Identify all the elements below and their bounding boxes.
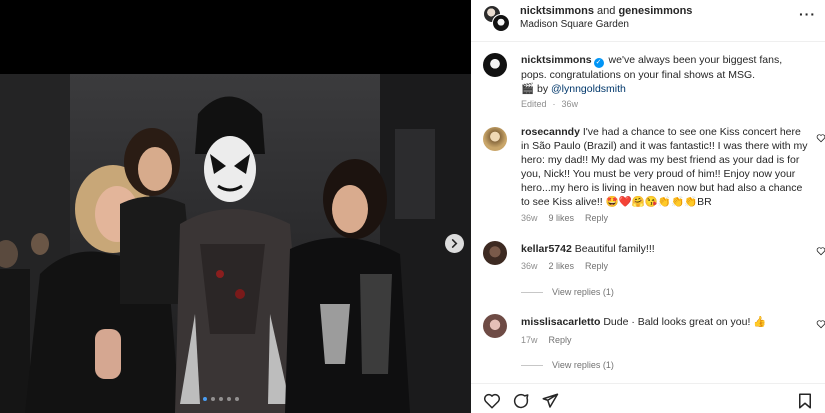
carousel-dot	[211, 397, 215, 401]
chevron-right-icon	[451, 239, 458, 248]
username-link[interactable]: nicktsimmons	[521, 54, 592, 66]
carousel-indicator	[203, 397, 239, 401]
divider	[521, 364, 543, 366]
comment: kellar5742 Beautiful family!!!	[521, 242, 811, 256]
heart-icon[interactable]	[816, 246, 825, 256]
view-replies-button[interactable]: View replies (1)	[521, 287, 614, 297]
location-link[interactable]: Madison Square Garden	[520, 19, 629, 30]
username-link[interactable]: rosecanndy	[521, 126, 580, 138]
comment-meta: 36w 2 likes Reply	[521, 261, 608, 271]
caption: nicktsimmons ✓ we've always been your big…	[521, 53, 791, 96]
heart-icon[interactable]	[816, 319, 825, 329]
avatar[interactable]	[483, 241, 507, 265]
post-details-panel: nicktsimmons and genesimmons Madison Squ…	[471, 0, 825, 413]
comment-icon[interactable]	[512, 392, 530, 410]
comment: misslisacarletto Dude · Bald looks great…	[521, 315, 811, 329]
timestamp[interactable]: 17w	[521, 335, 538, 345]
bookmark-icon[interactable]	[796, 392, 814, 410]
view-replies-label: View replies (1)	[552, 360, 614, 370]
verified-badge-icon: ✓	[593, 58, 604, 68]
comment-meta: 36w 9 likes Reply	[521, 213, 608, 223]
carousel-next-button[interactable]	[445, 234, 464, 253]
timestamp[interactable]: 36w	[562, 99, 579, 109]
reply-button[interactable]: Reply	[585, 213, 608, 223]
timestamp[interactable]: 36w	[521, 213, 538, 223]
mention-link[interactable]: @lynngoldsmith	[551, 83, 626, 95]
username-link[interactable]: misslisacarletto	[521, 316, 600, 328]
username-link[interactable]: nicktsimmons	[520, 5, 594, 17]
share-icon[interactable]	[541, 392, 559, 410]
carousel-dot	[227, 397, 231, 401]
timestamp[interactable]: 36w	[521, 261, 538, 271]
post-header: nicktsimmons and genesimmons Madison Squ…	[471, 0, 825, 42]
carousel-dot	[219, 397, 223, 401]
divider	[521, 291, 543, 293]
more-options-button[interactable]: ···	[799, 6, 816, 22]
comment-text: I've had a chance to see one Kiss concer…	[521, 126, 808, 208]
username-link[interactable]: genesimmons	[618, 5, 692, 17]
comment: rosecanndy I've had a chance to see one …	[521, 125, 811, 209]
reply-button[interactable]: Reply	[549, 335, 572, 345]
comments-section: nicktsimmons ✓ we've always been your big…	[471, 43, 825, 383]
avatar	[492, 14, 510, 32]
comment-meta: 17w Reply	[521, 335, 572, 345]
caption-meta: Edited · 36w	[521, 99, 579, 109]
photo-illustration	[0, 74, 471, 413]
reply-button[interactable]: Reply	[585, 261, 608, 271]
comment-text: Beautiful family!!!	[574, 243, 655, 255]
avatar[interactable]	[483, 127, 507, 151]
avatar[interactable]	[483, 314, 507, 338]
more-icon: ···	[799, 6, 816, 22]
caption-credit-prefix: 🎬 by	[521, 83, 549, 95]
avatar[interactable]	[483, 53, 507, 77]
likes-count[interactable]: 2 likes	[549, 261, 575, 271]
post-media	[0, 0, 471, 413]
view-replies-button[interactable]: View replies (1)	[521, 360, 614, 370]
instagram-post-viewer: nicktsimmons and genesimmons Madison Squ…	[0, 0, 825, 413]
post-actions-bar	[471, 383, 825, 413]
collab-usernames: nicktsimmons and genesimmons	[520, 5, 692, 17]
carousel-dot	[203, 397, 207, 401]
heart-icon[interactable]	[483, 392, 501, 410]
edited-label: Edited	[521, 99, 547, 109]
username-link[interactable]: kellar5742	[521, 243, 572, 255]
likes-count[interactable]: 9 likes	[549, 213, 575, 223]
joiner-text: and	[597, 5, 616, 17]
carousel-dot	[235, 397, 239, 401]
collab-avatars[interactable]	[483, 5, 510, 32]
comment-text: Dude · Bald looks great on you! 👍	[603, 316, 767, 328]
heart-icon[interactable]	[816, 133, 825, 143]
post-photo	[0, 74, 471, 413]
view-replies-label: View replies (1)	[552, 287, 614, 297]
